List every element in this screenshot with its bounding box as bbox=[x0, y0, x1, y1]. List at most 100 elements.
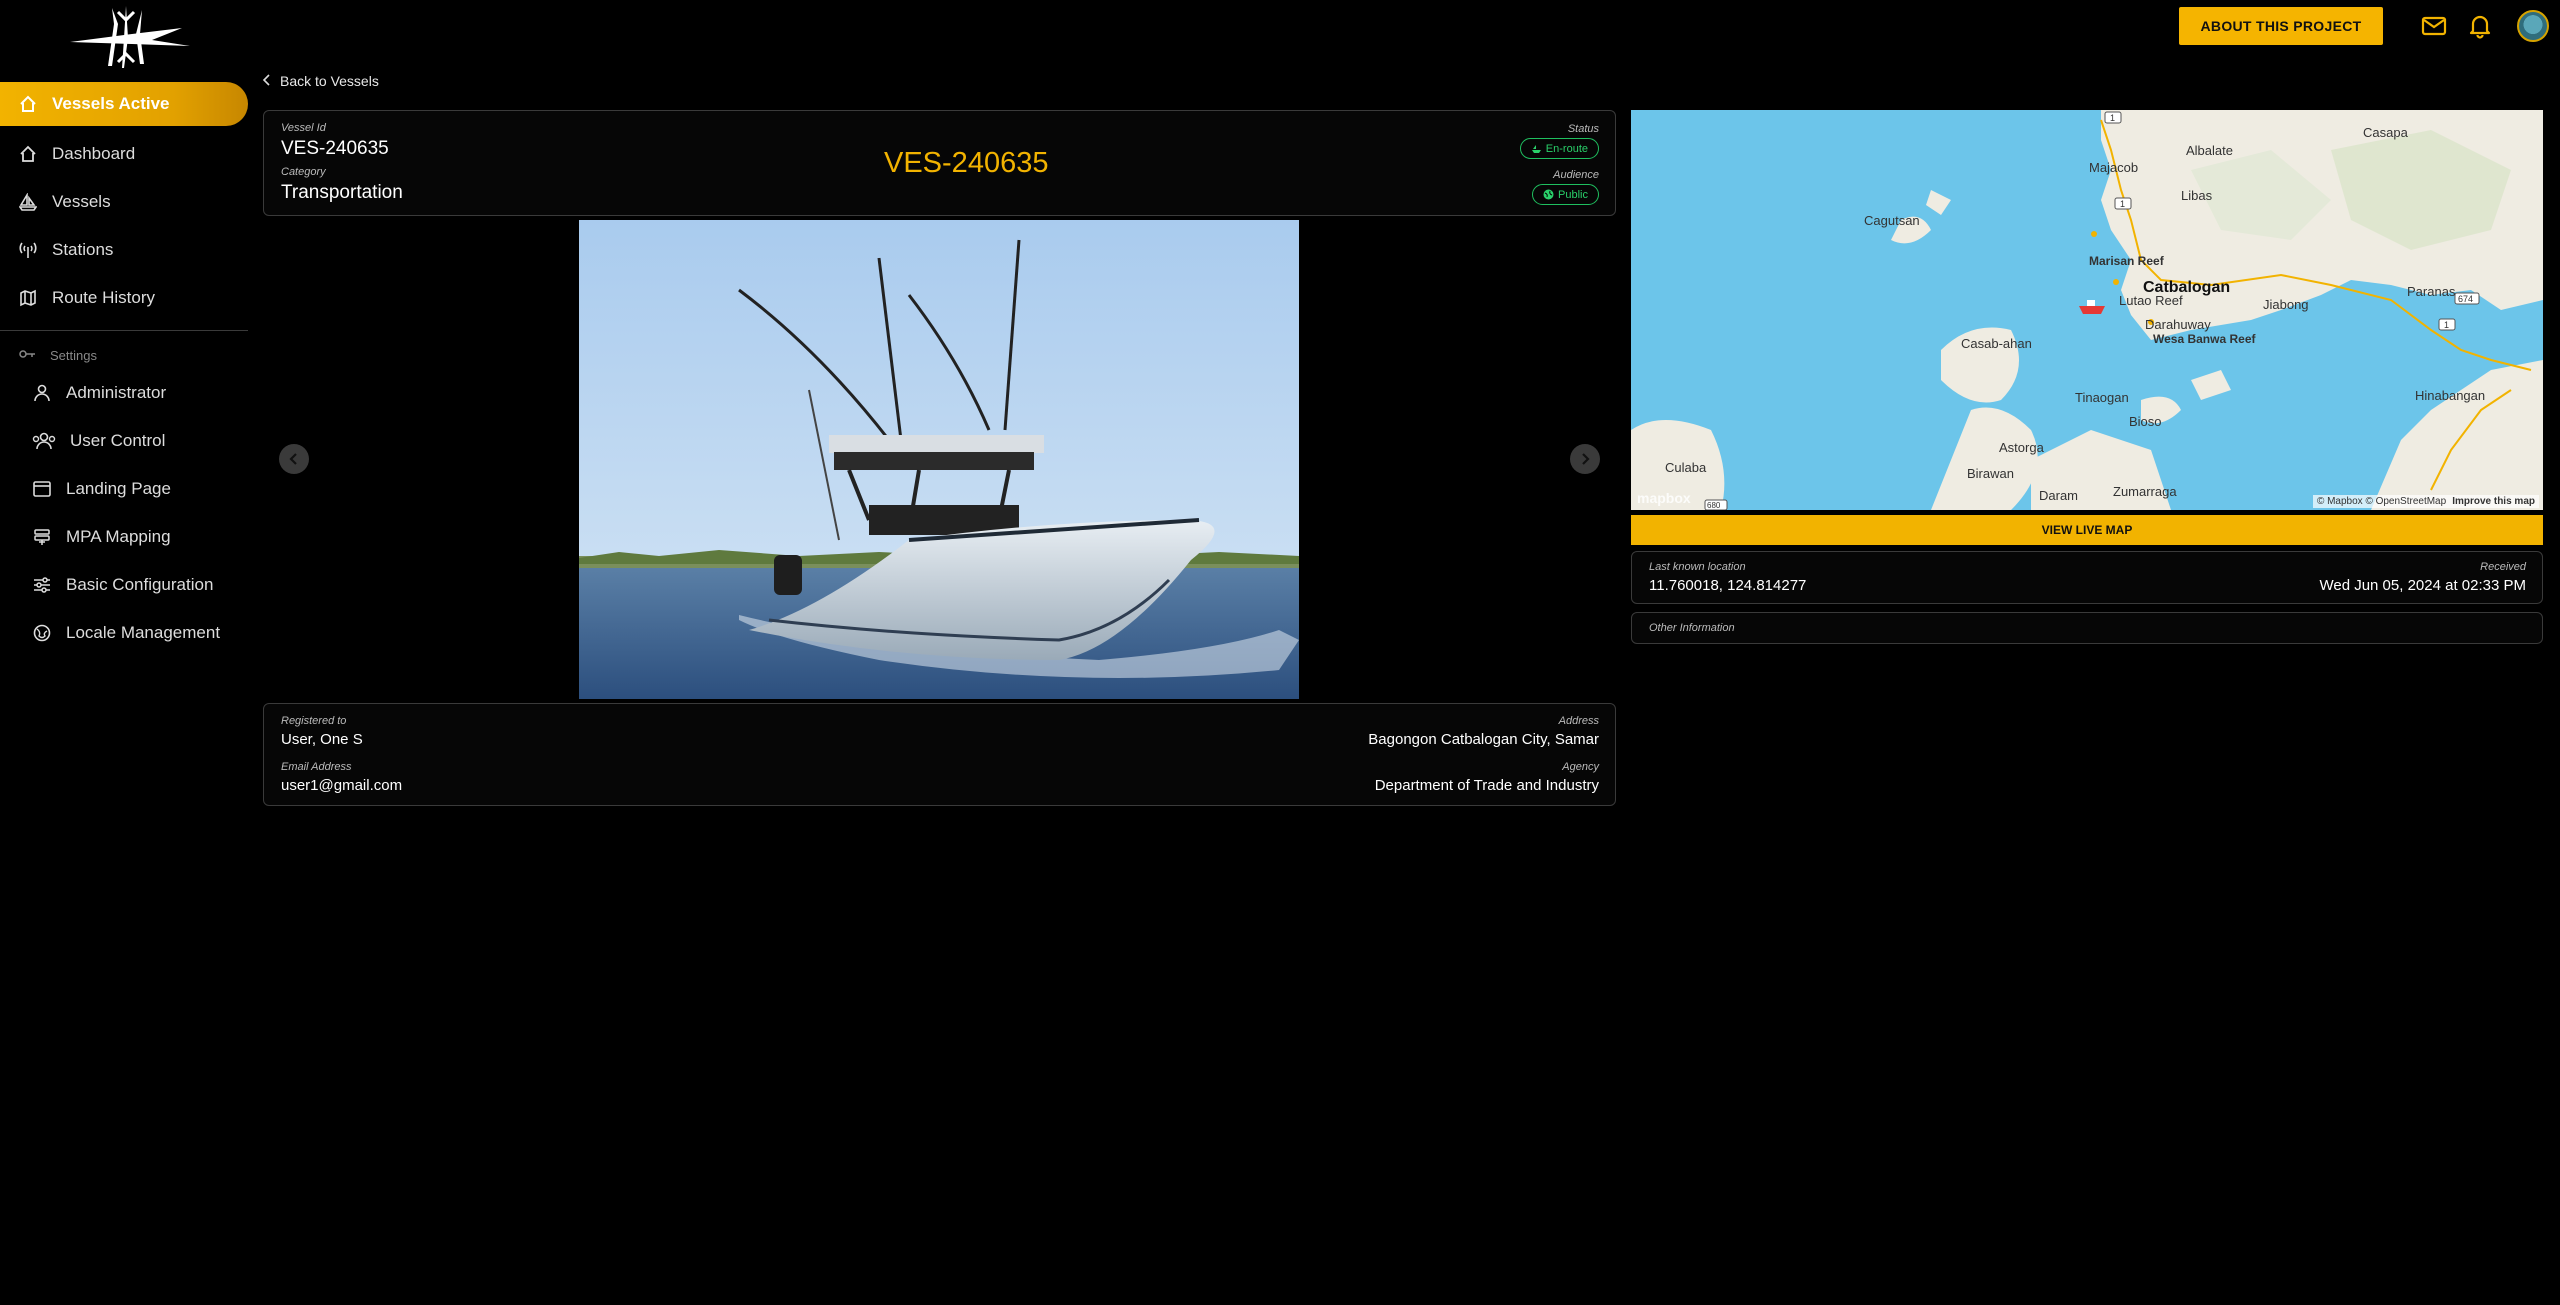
location-card: Last known location 11.760018, 124.81427… bbox=[1631, 551, 2543, 604]
sidebar-item-label: Dashboard bbox=[52, 144, 136, 163]
sidebar-item-label: Locale Management bbox=[66, 623, 221, 642]
bell-icon[interactable] bbox=[2466, 12, 2494, 40]
sidebar-item-stations[interactable]: Stations bbox=[0, 226, 248, 274]
chevron-right-icon bbox=[1582, 453, 1590, 465]
about-project-button[interactable]: ABOUT THIS PROJECT bbox=[2179, 7, 2383, 45]
svg-text:680: 680 bbox=[1707, 501, 1721, 510]
home-icon bbox=[18, 144, 38, 164]
window-icon bbox=[32, 479, 52, 499]
svg-text:674: 674 bbox=[2458, 294, 2473, 304]
home-icon bbox=[18, 94, 38, 114]
sidebar-item-label: Vessels bbox=[52, 192, 111, 211]
other-info-card[interactable]: Other Information bbox=[1631, 612, 2543, 644]
svg-text:1: 1 bbox=[2120, 199, 2125, 209]
status-label: Status bbox=[1567, 123, 1599, 135]
svg-text:Tinaogan: Tinaogan bbox=[2075, 390, 2129, 405]
divider bbox=[0, 330, 248, 331]
map-canvas: 1 1 674 1 680 Casapa Albalate Majacob Li… bbox=[1631, 110, 2543, 510]
other-info-label: Other Information bbox=[1649, 622, 1735, 634]
carousel-next-button[interactable] bbox=[1570, 444, 1600, 474]
sidebar: Vessels Active Dashboard Vessels Station… bbox=[0, 82, 248, 657]
map-attribution: © Mapbox © OpenStreetMap Improve this ma… bbox=[2312, 495, 2539, 508]
sidebar-item-label: User Control bbox=[70, 431, 166, 450]
svg-text:Darahuway: Darahuway bbox=[2145, 317, 2211, 332]
sidebar-item-label: MPA Mapping bbox=[66, 527, 171, 546]
address-value: Bagongon Catbalogan City, Samar bbox=[1368, 731, 1599, 748]
chevron-left-icon bbox=[289, 453, 297, 465]
svg-text:Majacob: Majacob bbox=[2089, 160, 2138, 175]
address-label: Address bbox=[1558, 715, 1599, 727]
svg-text:Libas: Libas bbox=[2181, 188, 2213, 203]
sidebar-item-label: Stations bbox=[52, 240, 114, 259]
sidebar-item-basic-configuration[interactable]: Basic Configuration bbox=[0, 561, 248, 609]
category-label: Category bbox=[281, 166, 326, 178]
svg-text:Hinabangan: Hinabangan bbox=[2415, 388, 2485, 403]
carousel-prev-button[interactable] bbox=[279, 444, 309, 474]
svg-text:Wesa Banwa Reef: Wesa Banwa Reef bbox=[2153, 332, 2256, 346]
agency-label: Agency bbox=[1562, 761, 1599, 773]
svg-text:Cagutsan: Cagutsan bbox=[1864, 213, 1920, 228]
svg-text:1: 1 bbox=[2110, 113, 2115, 123]
vessel-header-card: Vessel Id VES-240635 Category Transporta… bbox=[263, 110, 1616, 216]
sidebar-item-locale-management[interactable]: Locale Management bbox=[0, 609, 248, 657]
svg-text:Casapa: Casapa bbox=[2363, 125, 2409, 140]
improve-map-link[interactable]: Improve this map bbox=[2452, 496, 2535, 507]
view-live-map-button[interactable]: VIEW LIVE MAP bbox=[1631, 515, 2543, 545]
svg-text:Bioso: Bioso bbox=[2129, 414, 2162, 429]
email-value: user1@gmail.com bbox=[281, 777, 403, 794]
received-value: Wed Jun 05, 2024 at 02:33 PM bbox=[2319, 577, 2526, 594]
sidebar-item-label: Landing Page bbox=[66, 479, 171, 498]
vessel-photo bbox=[579, 220, 1299, 699]
sidebar-item-vessels[interactable]: Vessels bbox=[0, 178, 248, 226]
svg-text:Jiabong: Jiabong bbox=[2263, 297, 2309, 312]
mail-icon[interactable] bbox=[2420, 12, 2448, 40]
sidebar-item-user-control[interactable]: User Control bbox=[0, 417, 248, 465]
sidebar-item-label: Vessels Active bbox=[52, 94, 170, 113]
back-to-vessels-link[interactable]: Back to Vessels bbox=[262, 73, 379, 89]
ship-icon bbox=[1531, 144, 1541, 153]
svg-text:Marisan Reef: Marisan Reef bbox=[2089, 254, 2165, 268]
sidebar-item-dashboard[interactable]: Dashboard bbox=[0, 130, 248, 178]
map-icon bbox=[18, 288, 38, 308]
user-icon bbox=[32, 383, 52, 403]
svg-text:Birawan: Birawan bbox=[1967, 466, 2014, 481]
sidebar-item-label: Administrator bbox=[66, 383, 167, 402]
email-label: Email Address bbox=[281, 761, 352, 773]
status-badge: En-route bbox=[1519, 138, 1599, 159]
svg-text:Zumarraga: Zumarraga bbox=[2113, 484, 2177, 499]
mapbox-logo: mapbox bbox=[1637, 490, 1691, 506]
settings-icon bbox=[18, 348, 36, 363]
category-value: Transportation bbox=[281, 182, 403, 203]
svg-text:Culaba: Culaba bbox=[1665, 460, 1707, 475]
svg-text:Lutao Reef: Lutao Reef bbox=[2119, 293, 2183, 308]
globe-icon bbox=[1543, 189, 1554, 200]
owner-info-card: Registered to User, One S Email Address … bbox=[263, 703, 1616, 806]
sidebar-item-label: Basic Configuration bbox=[66, 575, 214, 594]
sailboat-icon bbox=[18, 192, 38, 212]
sidebar-item-administrator[interactable]: Administrator bbox=[0, 369, 248, 417]
registered-value: User, One S bbox=[281, 731, 363, 748]
svg-text:Astorga: Astorga bbox=[1999, 440, 2045, 455]
svg-text:Paranas: Paranas bbox=[2407, 284, 2456, 299]
sidebar-item-mpa-mapping[interactable]: MPA Mapping bbox=[0, 513, 248, 561]
settings-section-label: Settings bbox=[0, 341, 248, 369]
map-view[interactable]: 1 1 674 1 680 Casapa Albalate Majacob Li… bbox=[1631, 110, 2543, 510]
vessel-title: VES-240635 bbox=[884, 147, 1049, 179]
globe-icon bbox=[32, 623, 52, 643]
svg-text:Albalate: Albalate bbox=[2186, 143, 2233, 158]
sidebar-item-route-history[interactable]: Route History bbox=[0, 274, 248, 322]
vessel-id-value: VES-240635 bbox=[281, 138, 389, 159]
sidebar-item-vessels-active[interactable]: Vessels Active bbox=[0, 82, 248, 126]
logo bbox=[70, 6, 190, 68]
vessel-id-label: Vessel Id bbox=[281, 122, 326, 134]
sliders-icon bbox=[32, 575, 52, 595]
users-icon bbox=[32, 431, 56, 451]
agency-value: Department of Trade and Industry bbox=[1374, 777, 1599, 794]
sidebar-item-landing-page[interactable]: Landing Page bbox=[0, 465, 248, 513]
avatar[interactable] bbox=[2517, 10, 2549, 42]
location-label: Last known location bbox=[1649, 561, 1746, 573]
svg-text:1: 1 bbox=[2444, 320, 2449, 330]
registered-label: Registered to bbox=[281, 715, 347, 727]
audience-label: Audience bbox=[1553, 169, 1599, 181]
svg-text:Casab-ahan: Casab-ahan bbox=[1961, 336, 2032, 351]
